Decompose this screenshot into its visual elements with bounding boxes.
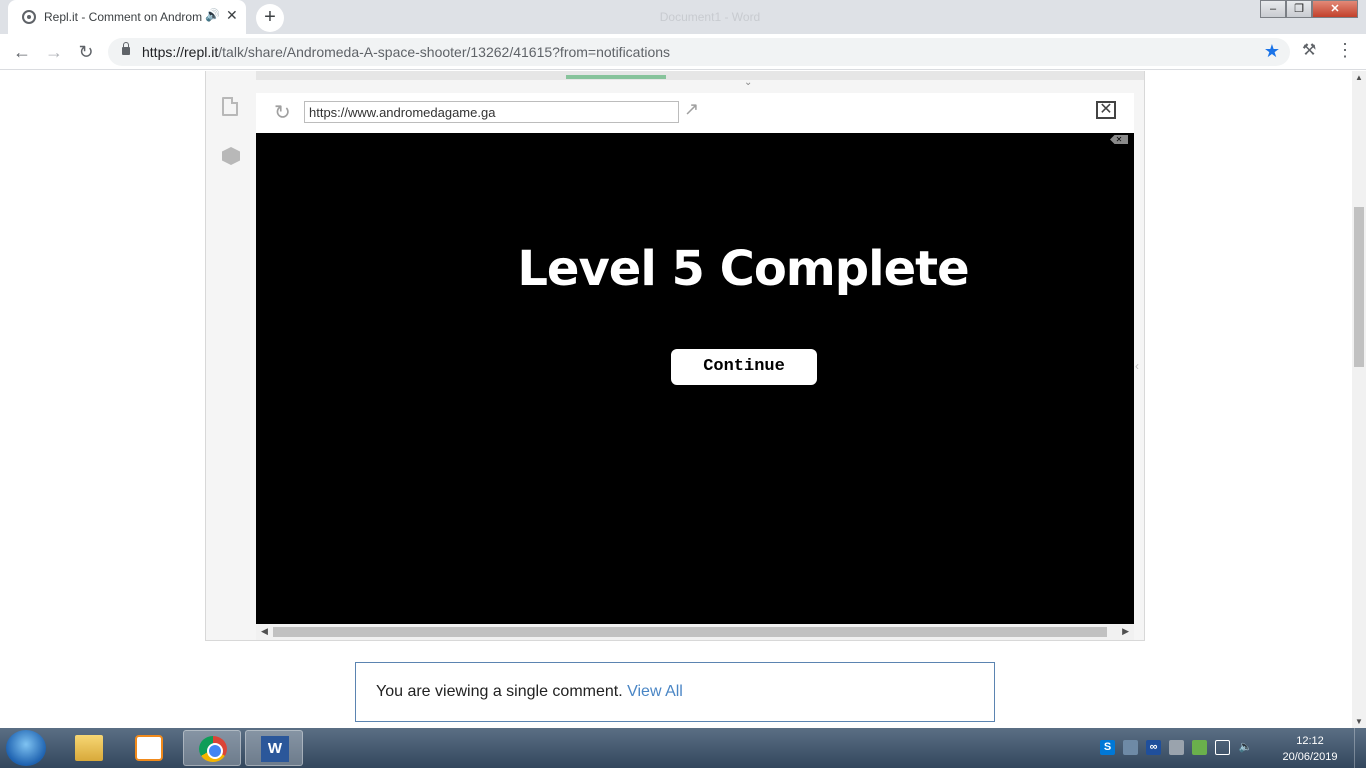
url-path: /talk/share/Andromeda-A-space-shooter/13… xyxy=(218,44,671,60)
address-bar[interactable]: https://repl.it/talk/share/Andromeda-A-s… xyxy=(108,38,1290,66)
minimize-button[interactable]: – xyxy=(1260,0,1286,18)
single-comment-notice: You are viewing a single comment. View A… xyxy=(355,662,995,722)
restore-button[interactable]: ❐ xyxy=(1286,0,1312,18)
tab-strip: Repl.it - Comment on Andromeda A space s… xyxy=(0,0,1366,34)
back-icon[interactable]: ← xyxy=(10,40,34,64)
level-complete-title: Level 5 Complete xyxy=(517,241,969,297)
tab-favicon-icon xyxy=(22,10,36,24)
menu-icon[interactable]: ⋮ xyxy=(1336,40,1354,61)
chevron-left-icon[interactable]: ‹ xyxy=(1135,359,1139,373)
new-tab-button[interactable]: + xyxy=(256,4,284,32)
horizontal-scrollbar[interactable]: ◀ ▶ xyxy=(256,624,1134,640)
page-content: ⌄ ↻ ↗ ✕ ✕ Level 5 Complete Continue ◀ ▶ … xyxy=(0,71,1352,728)
scroll-down-arrow-icon[interactable]: ▼ xyxy=(1352,717,1366,726)
extension-icon[interactable]: ⚒ xyxy=(1302,40,1316,60)
window-controls: – ❐ ✕ xyxy=(1260,0,1358,20)
reload-icon[interactable]: ↻ xyxy=(74,40,98,64)
page-scrollbar[interactable]: ▲ ▼ xyxy=(1352,71,1366,728)
skype-icon[interactable]: S xyxy=(1100,740,1115,755)
preview-toolbar: ↻ ↗ ✕ xyxy=(256,93,1134,133)
tab-title: Repl.it - Comment on Andromeda A space s… xyxy=(44,10,202,24)
star-icon[interactable]: ★ xyxy=(1264,41,1280,62)
network-icon[interactable] xyxy=(1123,740,1138,755)
forward-icon[interactable]: → xyxy=(42,40,66,64)
windows-taskbar: W S ∞ 🔈 12:12 20/06/2019 xyxy=(0,728,1366,768)
word-icon: W xyxy=(261,736,289,762)
scroll-right-arrow-icon[interactable]: ▶ xyxy=(1122,626,1129,637)
url-text[interactable]: https://repl.it/talk/share/Andromeda-A-s… xyxy=(142,44,670,60)
clock-date: 20/06/2019 xyxy=(1282,751,1338,763)
continue-button[interactable]: Continue xyxy=(671,349,817,385)
active-tab-indicator xyxy=(566,75,666,79)
bluetooth-icon[interactable]: ∞ xyxy=(1146,740,1161,755)
repl-sidebar xyxy=(206,71,256,641)
refresh-icon[interactable]: ↻ xyxy=(274,100,291,125)
window-close-button[interactable]: ✕ xyxy=(1312,0,1358,18)
system-tray: S ∞ 🔈 xyxy=(1100,740,1253,755)
show-desktop-button[interactable] xyxy=(1354,728,1366,768)
taskbar-clock[interactable]: 12:12 20/06/2019 xyxy=(1270,733,1350,765)
app-tray-icon[interactable] xyxy=(1192,740,1207,755)
page-scroll-thumb[interactable] xyxy=(1354,207,1364,367)
browser-tab[interactable]: Repl.it - Comment on Andromeda A space s… xyxy=(8,0,246,34)
horizontal-scroll-thumb[interactable] xyxy=(273,627,1107,637)
scroll-up-arrow-icon[interactable]: ▲ xyxy=(1352,73,1366,82)
action-center-icon[interactable] xyxy=(1169,740,1184,755)
media-player-icon xyxy=(135,735,163,761)
browser-toolbar: ← → ↻ https://repl.it/talk/share/Androme… xyxy=(0,34,1366,70)
url-host: https://repl.it xyxy=(142,44,219,60)
scroll-left-arrow-icon[interactable]: ◀ xyxy=(261,626,268,637)
notice-text: You are viewing a single comment. xyxy=(376,683,623,700)
clock-time: 12:12 xyxy=(1296,735,1324,747)
taskbar-chrome[interactable] xyxy=(183,730,241,766)
open-new-tab-icon[interactable]: ↗ xyxy=(684,99,699,120)
chrome-icon xyxy=(199,736,227,762)
game-canvas[interactable]: ✕ Level 5 Complete Continue xyxy=(256,133,1134,624)
window-title: Document1 - Word xyxy=(659,10,761,24)
view-all-link[interactable]: View All xyxy=(627,683,683,700)
close-preview-icon[interactable]: ✕ xyxy=(1096,101,1116,119)
volume-icon[interactable]: 🔈 xyxy=(1238,740,1253,755)
preview-url-input[interactable] xyxy=(304,101,679,123)
windows-start-icon[interactable] xyxy=(6,730,46,766)
taskbar-explorer[interactable] xyxy=(60,730,118,766)
taskbar-media-player[interactable] xyxy=(120,730,178,766)
chevron-down-icon[interactable]: ⌄ xyxy=(744,77,752,88)
close-icon[interactable]: ✕ xyxy=(226,7,238,24)
fullscreen-close-icon[interactable]: ✕ xyxy=(1110,135,1128,144)
repl-embed: ⌄ ↻ ↗ ✕ ✕ Level 5 Complete Continue ◀ ▶ xyxy=(205,71,1145,641)
repl-topbar: ⌄ xyxy=(256,71,1144,88)
package-icon[interactable] xyxy=(222,147,240,165)
explorer-icon xyxy=(75,735,103,761)
lock-icon[interactable] xyxy=(122,42,130,55)
file-icon[interactable] xyxy=(222,97,238,116)
taskbar-word[interactable]: W xyxy=(245,730,303,766)
battery-icon[interactable] xyxy=(1215,740,1230,755)
audio-icon[interactable]: 🔊 xyxy=(205,8,220,22)
